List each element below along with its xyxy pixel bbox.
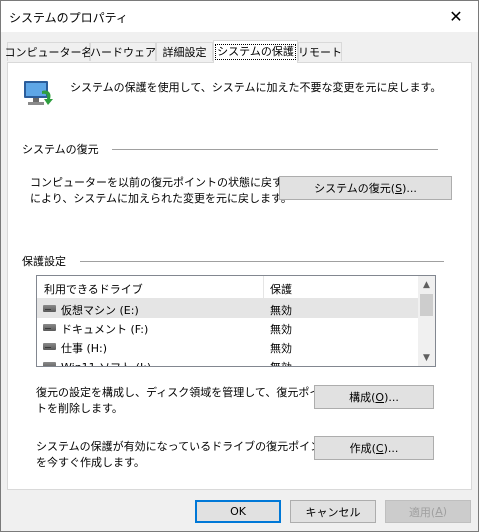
- list-header: 利用できるドライブ 保護: [37, 276, 419, 299]
- configure-description-line1: 復元の設定を構成し、ディスク領域を管理して、復元ポイン: [36, 386, 332, 399]
- scroll-up-icon[interactable]: ▲: [418, 276, 435, 293]
- drive-icon: [43, 324, 56, 331]
- list-item[interactable]: 仕事 (H:) 無効: [37, 337, 419, 356]
- drive-icon: [43, 343, 56, 350]
- apply-button[interactable]: 適用(A): [385, 500, 471, 523]
- title-bar: システムのプロパティ ✕: [1, 1, 478, 32]
- access-key: C: [375, 441, 384, 455]
- column-header-drives[interactable]: 利用できるドライブ: [44, 281, 143, 297]
- drive-name: Win11 ソフト (I:): [61, 359, 151, 366]
- tab-label: システムの保護: [215, 44, 296, 60]
- access-key: A: [435, 505, 443, 518]
- button-text: ): [442, 505, 448, 518]
- scroll-down-icon[interactable]: ▼: [418, 349, 435, 366]
- create-description-line1: システムの保護が有効になっているドライブの復元ポイント: [36, 440, 333, 453]
- drive-list[interactable]: 利用できるドライブ 保護 仮想マシン (E:) 無効 ドキュメント (F:) 無…: [36, 275, 436, 367]
- restore-description-line1: コンピューターを以前の復元ポイントの状態に戻すこと: [30, 176, 305, 189]
- ok-button[interactable]: OK: [195, 500, 281, 523]
- drive-icon: [43, 362, 56, 366]
- tab-computer-name[interactable]: コンピューター名: [4, 42, 93, 61]
- window-title: システムのプロパティ: [9, 11, 128, 25]
- close-icon[interactable]: ✕: [434, 1, 478, 32]
- button-text: )...: [384, 390, 399, 404]
- cancel-button[interactable]: キャンセル: [290, 500, 376, 523]
- tab-panel: システムの保護を使用して、システムに加えた不要な変更を元に戻します。 システムの…: [7, 62, 472, 490]
- button-text: 構成(: [349, 391, 376, 404]
- drive-icon: [43, 305, 56, 312]
- protection-settings-header: 保護設定: [22, 255, 66, 268]
- system-restore-button[interactable]: システムの復元(S)...: [279, 176, 452, 200]
- drive-name: ドキュメント (F:): [61, 323, 149, 336]
- tab-label: ハードウェア: [90, 46, 156, 59]
- list-item[interactable]: ドキュメント (F:) 無効: [37, 318, 419, 337]
- list-item[interactable]: Win11 ソフト (I:) 無効: [37, 356, 419, 366]
- drive-status: 無効: [270, 304, 292, 317]
- system-properties-window: システムのプロパティ ✕ コンピューター名 ハードウェア 詳細設定 システムの保…: [0, 0, 479, 532]
- button-text: 作成(: [349, 442, 376, 455]
- drive-status: 無効: [270, 323, 292, 336]
- button-text: 適用(: [408, 505, 436, 519]
- button-text: )...: [383, 441, 399, 455]
- tab-label: リモート: [298, 46, 342, 59]
- vertical-scrollbar[interactable]: ▲ ▼: [418, 276, 435, 366]
- access-key: S: [395, 181, 403, 195]
- button-text: システムの復元(: [314, 182, 396, 195]
- create-button[interactable]: 作成(C)...: [314, 436, 434, 460]
- configure-description-line2: トを削除します。: [36, 402, 123, 415]
- tab-hardware[interactable]: ハードウェア: [90, 42, 156, 61]
- drive-name: 仮想マシン (E:): [61, 304, 139, 317]
- tab-remote[interactable]: リモート: [298, 42, 342, 61]
- system-protection-icon: [22, 77, 54, 109]
- access-key: O: [375, 390, 385, 404]
- tab-label: 詳細設定: [162, 46, 207, 59]
- button-text: キャンセル: [305, 505, 361, 519]
- system-restore-header: システムの復元: [22, 143, 99, 156]
- intro-text: システムの保護を使用して、システムに加えた不要な変更を元に戻します。: [70, 81, 442, 94]
- tab-advanced[interactable]: 詳細設定: [156, 42, 213, 61]
- column-separator[interactable]: [263, 276, 264, 298]
- tab-label: コンピューター名: [4, 46, 93, 59]
- scroll-thumb[interactable]: [420, 294, 433, 316]
- section-divider: [112, 149, 438, 150]
- create-description-line2: を今すぐ作成します。: [36, 456, 145, 469]
- button-text: OK: [230, 505, 246, 518]
- drive-status: 無効: [270, 359, 292, 366]
- drive-status: 無効: [270, 342, 292, 355]
- column-header-protection[interactable]: 保護: [270, 281, 292, 297]
- drive-name: 仕事 (H:): [61, 342, 108, 355]
- section-divider: [80, 261, 444, 262]
- button-text: )...: [402, 181, 417, 195]
- list-item[interactable]: 仮想マシン (E:) 無効: [37, 299, 419, 318]
- restore-description-line2: により、システムに加えられた変更を元に戻します。: [30, 192, 292, 205]
- tab-system-protection[interactable]: システムの保護: [213, 40, 298, 63]
- configure-button[interactable]: 構成(O)...: [314, 385, 434, 409]
